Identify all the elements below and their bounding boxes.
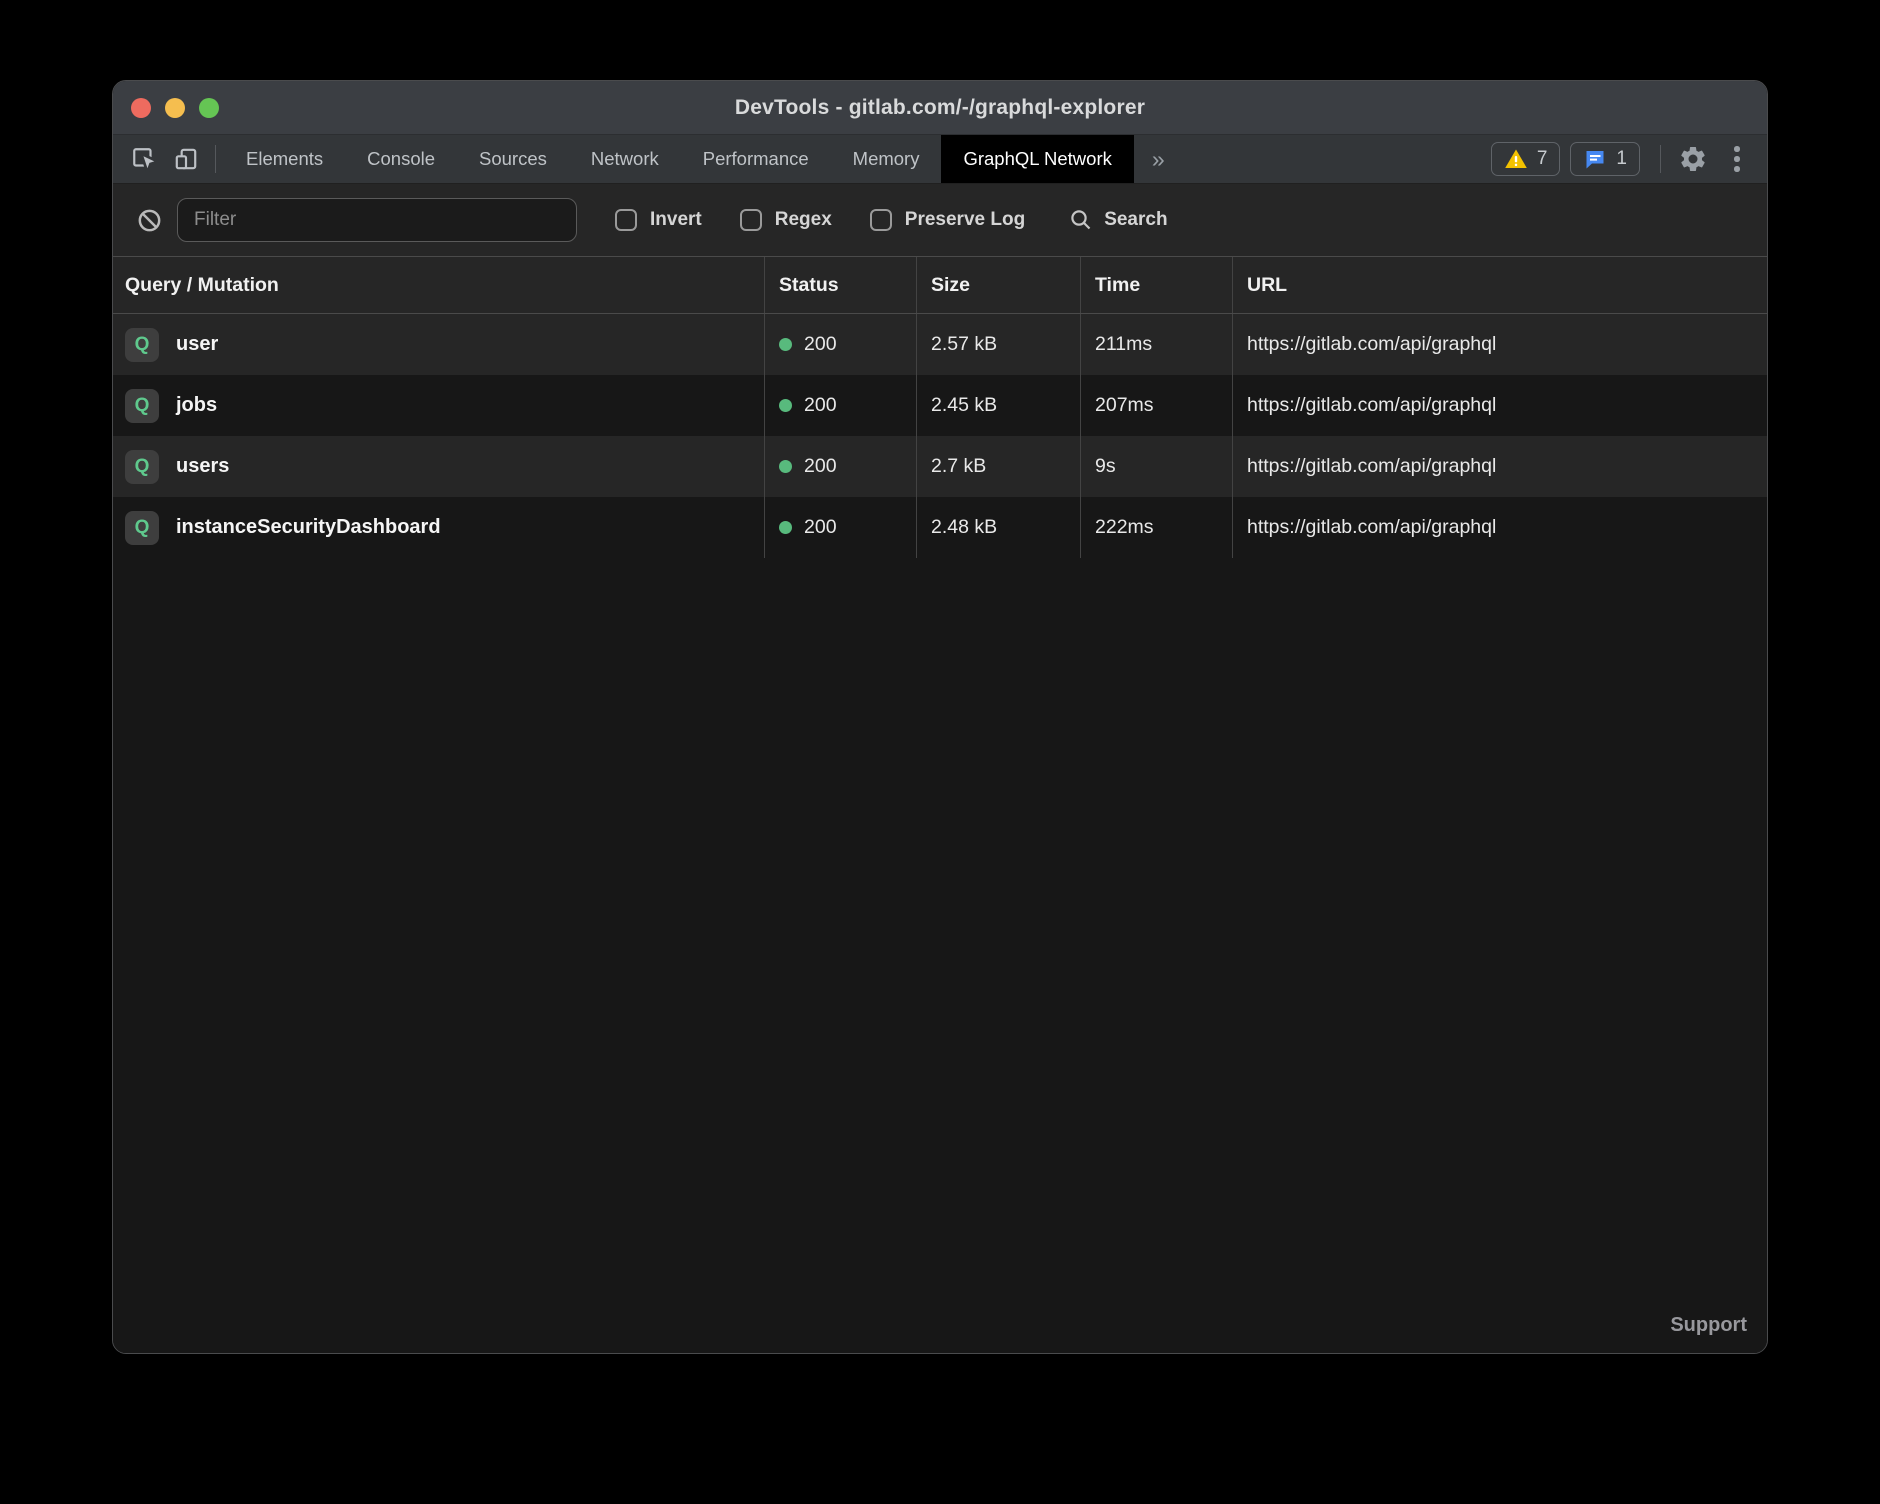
tabbar-divider (215, 145, 216, 173)
warnings-count: 7 (1537, 148, 1548, 170)
tab-elements[interactable]: Elements (224, 135, 345, 183)
requests-table: Query / Mutation Status Size Time URL Q … (113, 256, 1767, 558)
tab-console[interactable]: Console (345, 135, 457, 183)
titlebar: DevTools - gitlab.com/-/graphql-explorer (113, 81, 1767, 135)
size-cell: 2.7 kB (917, 436, 1081, 497)
query-cell: Q instanceSecurityDashboard (113, 497, 765, 558)
tab-memory[interactable]: Memory (831, 135, 942, 183)
devtools-window: DevTools - gitlab.com/-/graphql-explorer… (112, 80, 1768, 1354)
issues-count: 1 (1616, 148, 1627, 170)
size-cell: 2.48 kB (917, 497, 1081, 558)
query-type-icon: Q (125, 511, 159, 545)
query-cell: Q user (113, 314, 765, 375)
filter-toolbar: Invert Regex Preserve Log Search (113, 183, 1767, 256)
status-ok-icon (779, 460, 792, 473)
table-row[interactable]: Q users 200 2.7 kB 9s https://gitlab.com… (113, 436, 1767, 497)
gear-icon (1678, 144, 1708, 174)
preserve-log-checkbox-group[interactable]: Preserve Log (870, 209, 1025, 231)
devtools-tabbar: Elements Console Sources Network Perform… (113, 135, 1767, 183)
status-cell: 200 (765, 314, 917, 375)
invert-checkbox[interactable] (615, 209, 637, 231)
status-cell: 200 (765, 375, 917, 436)
regex-label: Regex (775, 209, 832, 231)
settings-button[interactable] (1671, 139, 1715, 179)
preserve-log-checkbox[interactable] (870, 209, 892, 231)
controls-divider (1660, 145, 1661, 173)
invert-label: Invert (650, 209, 702, 231)
more-options-button[interactable] (1715, 139, 1759, 179)
url-cell: https://gitlab.com/api/graphql (1233, 497, 1767, 558)
minimize-window-button[interactable] (165, 98, 185, 118)
table-header-row: Query / Mutation Status Size Time URL (113, 256, 1767, 314)
status-ok-icon (779, 521, 792, 534)
invert-checkbox-group[interactable]: Invert (615, 209, 702, 231)
status-ok-icon (779, 338, 792, 351)
query-name: jobs (176, 394, 217, 417)
column-header-size[interactable]: Size (917, 257, 1081, 313)
time-cell: 211ms (1081, 314, 1233, 375)
status-code: 200 (804, 516, 837, 539)
preserve-log-label: Preserve Log (905, 209, 1025, 231)
filter-input[interactable] (177, 198, 577, 242)
time-cell: 207ms (1081, 375, 1233, 436)
issues-badge[interactable]: 1 (1570, 142, 1640, 176)
inspect-cursor-icon (131, 146, 157, 172)
window-title: DevTools - gitlab.com/-/graphql-explorer (735, 96, 1145, 120)
tab-graphql-network[interactable]: GraphQL Network (941, 135, 1133, 183)
size-cell: 2.45 kB (917, 375, 1081, 436)
more-tabs-button[interactable]: » (1134, 135, 1183, 183)
support-link[interactable]: Support (1670, 1314, 1747, 1337)
time-cell: 9s (1081, 436, 1233, 497)
table-row[interactable]: Q user 200 2.57 kB 211ms https://gitlab.… (113, 314, 1767, 375)
issues-chat-icon (1583, 147, 1607, 171)
tabbar-right-pad (1759, 135, 1767, 183)
clear-requests-button[interactable] (129, 207, 169, 234)
url-cell: https://gitlab.com/api/graphql (1233, 375, 1767, 436)
url-cell: https://gitlab.com/api/graphql (1233, 436, 1767, 497)
status-cell: 200 (765, 497, 917, 558)
block-icon (136, 207, 163, 234)
status-code: 200 (804, 333, 837, 356)
column-header-time[interactable]: Time (1081, 257, 1233, 313)
traffic-lights (131, 81, 219, 134)
tab-sources[interactable]: Sources (457, 135, 569, 183)
content-empty-area: Support (113, 558, 1767, 1353)
status-code: 200 (804, 455, 837, 478)
tab-network[interactable]: Network (569, 135, 681, 183)
kebab-menu-icon (1734, 146, 1740, 172)
tab-performance[interactable]: Performance (681, 135, 831, 183)
time-cell: 222ms (1081, 497, 1233, 558)
search-label: Search (1104, 209, 1167, 231)
column-header-query[interactable]: Query / Mutation (113, 257, 765, 313)
table-row[interactable]: Q instanceSecurityDashboard 200 2.48 kB … (113, 497, 1767, 558)
zoom-window-button[interactable] (199, 98, 219, 118)
status-code: 200 (804, 394, 837, 417)
query-name: user (176, 333, 218, 356)
warning-triangle-icon (1504, 147, 1528, 171)
inspect-element-button[interactable] (123, 135, 165, 183)
query-cell: Q jobs (113, 375, 765, 436)
search-icon (1069, 208, 1093, 232)
warnings-badge[interactable]: 7 (1491, 142, 1561, 176)
query-name: users (176, 455, 229, 478)
query-type-icon: Q (125, 450, 159, 484)
status-ok-icon (779, 399, 792, 412)
query-name: instanceSecurityDashboard (176, 516, 441, 539)
search-button[interactable]: Search (1069, 208, 1167, 232)
tabbar-spacer (1183, 135, 1491, 183)
table-row[interactable]: Q jobs 200 2.45 kB 207ms https://gitlab.… (113, 375, 1767, 436)
device-toolbar-button[interactable] (165, 135, 207, 183)
regex-checkbox[interactable] (740, 209, 762, 231)
regex-checkbox-group[interactable]: Regex (740, 209, 832, 231)
close-window-button[interactable] (131, 98, 151, 118)
size-cell: 2.57 kB (917, 314, 1081, 375)
status-cell: 200 (765, 436, 917, 497)
query-cell: Q users (113, 436, 765, 497)
column-header-url[interactable]: URL (1233, 257, 1767, 313)
column-header-status[interactable]: Status (765, 257, 917, 313)
query-type-icon: Q (125, 389, 159, 423)
device-toolbar-icon (173, 146, 199, 172)
query-type-icon: Q (125, 328, 159, 362)
url-cell: https://gitlab.com/api/graphql (1233, 314, 1767, 375)
